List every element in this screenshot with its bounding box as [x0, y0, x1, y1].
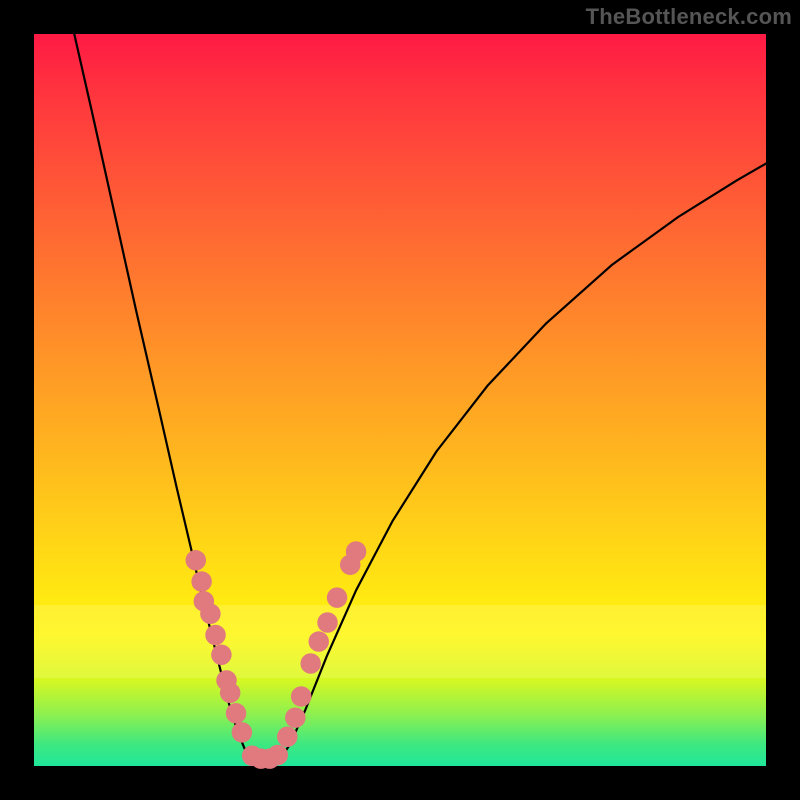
watermark-text: TheBottleneck.com: [586, 4, 792, 30]
data-point: [300, 653, 320, 673]
data-point: [186, 550, 206, 570]
data-point: [200, 603, 220, 623]
data-point: [220, 683, 240, 703]
data-point: [277, 726, 297, 746]
data-point: [346, 541, 366, 561]
data-point: [226, 703, 246, 723]
chart-frame: TheBottleneck.com: [0, 0, 800, 800]
data-point: [291, 686, 311, 706]
data-point: [191, 571, 211, 591]
points-layer: [34, 34, 766, 766]
data-point: [205, 625, 225, 645]
data-point: [285, 707, 305, 727]
data-point: [327, 587, 347, 607]
data-point: [317, 612, 337, 632]
data-point: [309, 631, 329, 651]
data-point: [211, 644, 231, 664]
plot-area: [34, 34, 766, 766]
data-point: [268, 745, 288, 765]
data-point: [232, 722, 252, 742]
